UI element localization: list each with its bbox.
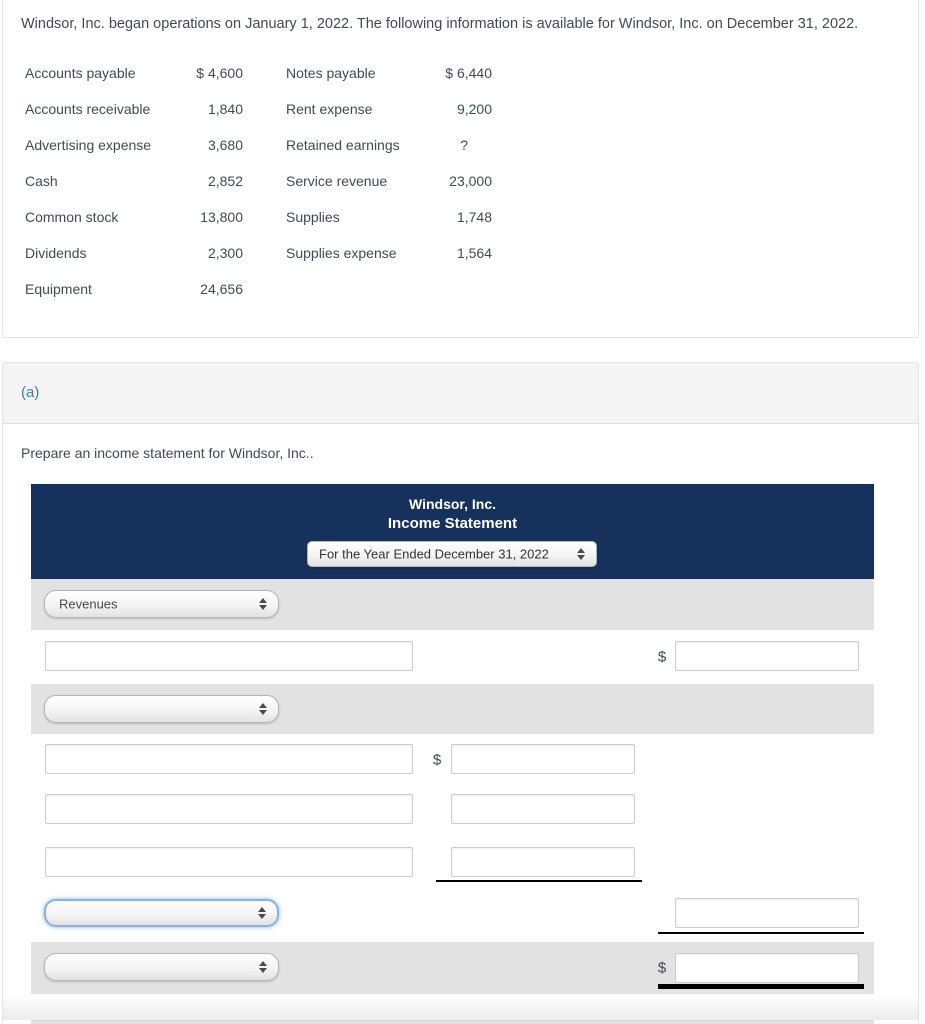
account-label: Notes payable (286, 65, 376, 81)
account-title-input-4[interactable] (45, 847, 413, 877)
detail-row (31, 786, 874, 838)
select-arrows-icon (577, 548, 585, 560)
select-arrows-icon (259, 961, 267, 973)
amount-input-mid-2[interactable] (451, 794, 635, 824)
problem-card: Windsor, Inc. began operations on Januar… (2, 0, 919, 338)
account-value: 2,300 (207, 245, 243, 261)
account-table-row: Accounts receivable 1,840 Rent expense 9… (3, 101, 918, 121)
classification-select-2[interactable] (44, 695, 279, 723)
account-value: 23,000 (449, 173, 492, 189)
detail-row (31, 838, 874, 890)
account-label: Equipment (25, 281, 92, 297)
account-label: Service revenue (286, 173, 388, 189)
total-select[interactable] (44, 953, 279, 981)
account-table-row: Dividends 2,300 Supplies expense 1,564 (3, 245, 918, 265)
next-row-edge (31, 1020, 874, 1024)
subtotal-row (31, 890, 874, 942)
account-value: 24,656 (200, 281, 243, 297)
amount-input-mid-3[interactable] (451, 847, 635, 877)
dollar-sign: $ (432, 751, 442, 769)
detail-row: $ (31, 630, 874, 684)
account-label: Rent expense (286, 101, 373, 117)
account-value: 1,840 (207, 101, 243, 117)
select-arrows-icon (258, 907, 266, 919)
account-value: 13,800 (200, 209, 243, 225)
classification-select-revenues[interactable]: Revenues (44, 590, 279, 618)
select-arrows-icon (259, 703, 267, 715)
card-bottom-gradient (3, 994, 918, 1020)
amount-input-right-2[interactable] (675, 898, 859, 928)
double-rule (658, 984, 864, 989)
section-a-card: (a) Prepare an income statement for Wind… (2, 362, 919, 1024)
section-label: (a) (21, 384, 40, 401)
single-rule (658, 932, 864, 934)
statement-header: Windsor, Inc. Income Statement For the Y… (31, 484, 874, 579)
total-row: $ (31, 942, 874, 994)
account-value: $ 4,600 (196, 65, 243, 81)
amount-input-right-1[interactable] (675, 641, 859, 671)
account-value: 1,564 (456, 245, 492, 261)
classification-row-revenues: Revenues (31, 579, 874, 630)
amount-input-mid-1[interactable] (451, 744, 635, 774)
amount-input-right-3[interactable] (675, 953, 859, 983)
account-label: Supplies (286, 209, 340, 225)
account-title-input-3[interactable] (45, 794, 413, 824)
single-rule (436, 880, 642, 882)
account-label: Dividends (25, 245, 87, 261)
account-table-row: Common stock 13,800 Supplies 1,748 (3, 209, 918, 229)
period-select[interactable]: For the Year Ended December 31, 2022 (307, 541, 597, 567)
account-label: Supplies expense (286, 245, 397, 261)
instruction-text: Prepare an income statement for Windsor,… (21, 445, 314, 461)
page: Windsor, Inc. began operations on Januar… (0, 0, 925, 1024)
account-table-row: Accounts payable $ 4,600 Notes payable $… (3, 65, 918, 85)
account-value: 9,200 (456, 101, 492, 117)
account-label: Cash (25, 173, 58, 189)
account-value: 2,852 (207, 173, 243, 189)
account-label: Accounts payable (25, 65, 136, 81)
period-select-value: For the Year Ended December 31, 2022 (319, 546, 549, 562)
account-label: Retained earnings (286, 137, 400, 153)
account-value: ? (460, 137, 468, 153)
account-table-row: Advertising expense 3,680 Retained earni… (3, 137, 918, 157)
subtotal-select[interactable] (44, 899, 279, 927)
account-table-row: Equipment 24,656 (3, 281, 918, 301)
account-title-input-2[interactable] (45, 744, 413, 774)
dollar-sign: $ (657, 648, 667, 666)
account-title-input-1[interactable] (45, 641, 413, 671)
statement-company: Windsor, Inc. (409, 496, 496, 512)
account-value: 1,748 (456, 209, 492, 225)
section-a-header: (a) (3, 363, 918, 424)
dollar-sign: $ (657, 959, 667, 977)
account-value: $ 6,440 (445, 65, 492, 81)
account-table-row: Cash 2,852 Service revenue 23,000 (3, 173, 918, 193)
classification-row-2 (31, 684, 874, 734)
account-value: 3,680 (207, 137, 243, 153)
problem-intro: Windsor, Inc. began operations on Januar… (21, 16, 859, 32)
detail-row: $ (31, 734, 874, 786)
select-arrows-icon (259, 598, 267, 610)
statement-title: Income Statement (387, 515, 518, 532)
income-statement-form: Windsor, Inc. Income Statement For the Y… (31, 484, 874, 994)
classification-select-value: Revenues (59, 596, 118, 612)
account-label: Common stock (25, 209, 119, 225)
